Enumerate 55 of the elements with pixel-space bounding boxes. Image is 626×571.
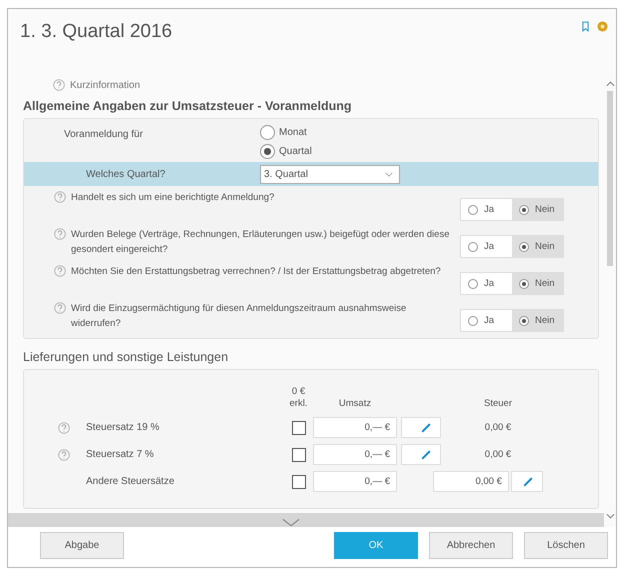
window-title: 1. 3. Quartal 2016 bbox=[20, 21, 172, 43]
edit-button[interactable] bbox=[510, 471, 543, 492]
scrollbar-thumb[interactable] bbox=[607, 91, 613, 266]
section-heading: Lieferungen und sonstige Leistungen bbox=[23, 350, 230, 364]
question-text: Wurden Belege (Verträge, Rechnungen, Erläuterungen usw.) beigefügt oder werden diese gesondert eingereicht? bbox=[71, 228, 450, 257]
column-header: Umsatz bbox=[338, 398, 372, 410]
chevron-down-icon[interactable] bbox=[282, 518, 300, 527]
row-label: Andere Steuersätze bbox=[86, 476, 176, 487]
help-icon[interactable] bbox=[54, 302, 66, 314]
help-icon[interactable] bbox=[58, 422, 70, 434]
row-label: Steuersatz 19 % bbox=[86, 422, 160, 433]
help-icon[interactable] bbox=[54, 228, 66, 240]
help-icon[interactable] bbox=[58, 448, 70, 460]
help-icon[interactable] bbox=[53, 79, 65, 91]
quarter-dropdown[interactable]: 3. Quartal bbox=[260, 164, 400, 184]
edit-button[interactable] bbox=[401, 444, 441, 465]
tax-amount: 0,00 € bbox=[484, 422, 512, 433]
checkbox[interactable] bbox=[292, 420, 306, 434]
info-link[interactable]: Kurzinformation bbox=[70, 80, 140, 90]
bookmark-icon[interactable] bbox=[582, 21, 589, 32]
radio-option[interactable]: Monat bbox=[260, 125, 312, 140]
footer-button[interactable]: Abbrechen bbox=[429, 532, 513, 558]
circle-icon[interactable] bbox=[597, 21, 608, 32]
tax-amount: 0,00 € bbox=[484, 449, 512, 460]
column-header: Steuer bbox=[483, 398, 513, 410]
field-label: Voranmeldung für bbox=[64, 128, 144, 142]
row-label: Steuersatz 7 % bbox=[86, 449, 155, 460]
revenue-field[interactable]: 0,— € bbox=[313, 471, 397, 492]
yes-no-toggle[interactable]: Ja Nein bbox=[460, 235, 564, 258]
checkbox[interactable] bbox=[292, 448, 306, 462]
help-icon[interactable] bbox=[54, 265, 66, 277]
revenue-field[interactable]: 0,— € bbox=[313, 417, 397, 438]
scroll-up-icon[interactable] bbox=[606, 81, 614, 87]
question-text: Wird die Einzugsermächtigung für diesen Anmeldungszeitraum ausnahmsweise widerrufen? bbox=[71, 302, 408, 331]
help-icon[interactable] bbox=[54, 191, 66, 203]
scroll-down-icon[interactable] bbox=[606, 513, 614, 519]
pencil-icon bbox=[523, 476, 534, 487]
pencil-icon bbox=[421, 422, 432, 433]
yes-no-toggle[interactable]: Ja Nein bbox=[460, 309, 564, 332]
footer-button[interactable]: Löschen bbox=[524, 532, 608, 558]
pencil-icon bbox=[421, 449, 432, 460]
edit-button[interactable] bbox=[401, 417, 441, 438]
question-text: Möchten Sie den Erstattungsbetrag verrechnen? / Ist der Erstattungsbetrag abgetreten? bbox=[71, 265, 442, 279]
revenue-field[interactable]: 0,— € bbox=[313, 444, 397, 465]
checkbox[interactable] bbox=[292, 474, 306, 488]
column-header: 0 € erkl. bbox=[288, 386, 308, 410]
chevron-down-icon bbox=[385, 172, 393, 176]
yes-no-toggle[interactable]: Ja Nein bbox=[460, 272, 564, 295]
field-label: Welches Quartal? bbox=[86, 168, 166, 180]
tax-field[interactable]: 0,00 € bbox=[433, 471, 509, 492]
section-heading: Allgemeine Angaben zur Umsatzsteuer - Voranmeldung bbox=[23, 99, 353, 113]
question-text: Handelt es sich um eine berichtigte Anmeldung? bbox=[71, 191, 276, 205]
footer-button[interactable]: Abgabe bbox=[40, 532, 124, 558]
radio-option[interactable]: Quartal bbox=[260, 144, 312, 159]
yes-no-toggle[interactable]: Ja Nein bbox=[460, 198, 564, 221]
